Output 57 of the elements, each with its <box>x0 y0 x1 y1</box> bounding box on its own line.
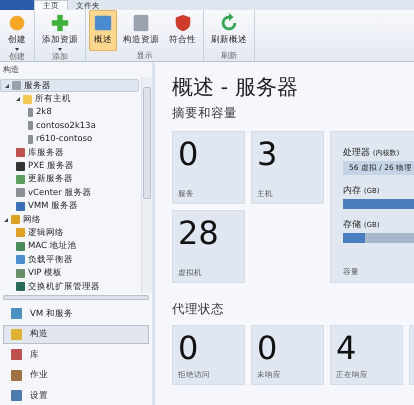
nav-icon <box>11 370 22 381</box>
tree-item[interactable]: 所有主机 <box>0 92 141 106</box>
ribbon-button[interactable]: 刷新概述 <box>207 10 251 51</box>
caret-icon <box>58 48 62 51</box>
stat-value: 4 <box>336 329 358 367</box>
tree-item[interactable]: 负载平衡器 <box>0 253 141 266</box>
ribbon-button[interactable]: 构造资源 <box>119 10 163 51</box>
scrollbar[interactable] <box>141 77 152 293</box>
tree-item[interactable]: 逻辑网络 <box>0 226 141 240</box>
ribbon-group-label: 创建 <box>8 52 26 62</box>
ribbon-button[interactable]: 概述 <box>89 10 117 51</box>
page-title: 概述 - 服务器 <box>172 74 299 101</box>
pane-title: 构造 <box>3 64 19 75</box>
nav-item[interactable]: VM 和服务 <box>3 304 149 324</box>
section-heading: 代理状态 <box>172 301 225 318</box>
expand-icon[interactable] <box>4 218 8 222</box>
nav-item[interactable]: 库 <box>3 345 149 364</box>
tree-item[interactable]: 2k8 <box>0 106 141 120</box>
tree-item[interactable]: 交换机扩展管理器 <box>0 280 141 293</box>
tree-item[interactable]: 网络 <box>0 212 141 226</box>
ribbon-button[interactable]: 添加资源 <box>38 10 82 52</box>
tree-item[interactable]: 更新服务器 <box>0 172 141 186</box>
tree-item[interactable]: 库服务器 <box>0 146 141 160</box>
sun-icon <box>7 13 27 33</box>
ribbon-button[interactable]: 创建 <box>3 10 31 52</box>
expand-icon[interactable] <box>5 84 9 88</box>
ribbon-button[interactable]: 符合性 <box>165 10 200 51</box>
nav-item[interactable]: 构造 <box>3 324 149 344</box>
stat-value: 28 <box>178 214 220 252</box>
nav-item[interactable]: 设置 <box>3 386 149 405</box>
ribbon-group-label: 显示 <box>136 51 154 61</box>
nav-icon <box>11 328 22 340</box>
tree-item[interactable]: vCenter 服务器 <box>0 186 141 200</box>
tree-item[interactable]: 服务器 <box>0 79 139 92</box>
shield-icon <box>172 13 192 33</box>
nav-icon <box>11 308 22 320</box>
expand-icon[interactable] <box>16 97 20 102</box>
tree-item[interactable]: VMM 服务器 <box>0 200 141 213</box>
nav-item[interactable]: 作业 <box>3 366 149 385</box>
section-heading: 摘要和容量 <box>172 105 238 122</box>
plus-icon <box>50 13 70 33</box>
nav-icon <box>11 349 22 360</box>
tree-item[interactable]: PXE 服务器 <box>0 159 141 173</box>
tree-item[interactable]: VIP 模板 <box>0 266 141 280</box>
stat-value: 0 <box>178 135 200 173</box>
stat-value: 0 <box>257 329 278 367</box>
caret-icon <box>15 48 19 51</box>
stat-value: 0 <box>178 329 200 367</box>
ribbon-group-label: 刷新 <box>220 51 238 61</box>
tree-item[interactable]: r610-contoso <box>0 132 141 146</box>
tree-item[interactable]: contoso2k13a <box>0 119 141 133</box>
refresh-icon <box>219 13 239 33</box>
tree-item[interactable]: MAC 地址池 <box>0 240 141 254</box>
stat-value: 3 <box>257 135 278 173</box>
nav-icon <box>11 390 22 402</box>
ribbon-group-label: 添加 <box>51 52 69 62</box>
scrollbar[interactable] <box>3 295 149 300</box>
